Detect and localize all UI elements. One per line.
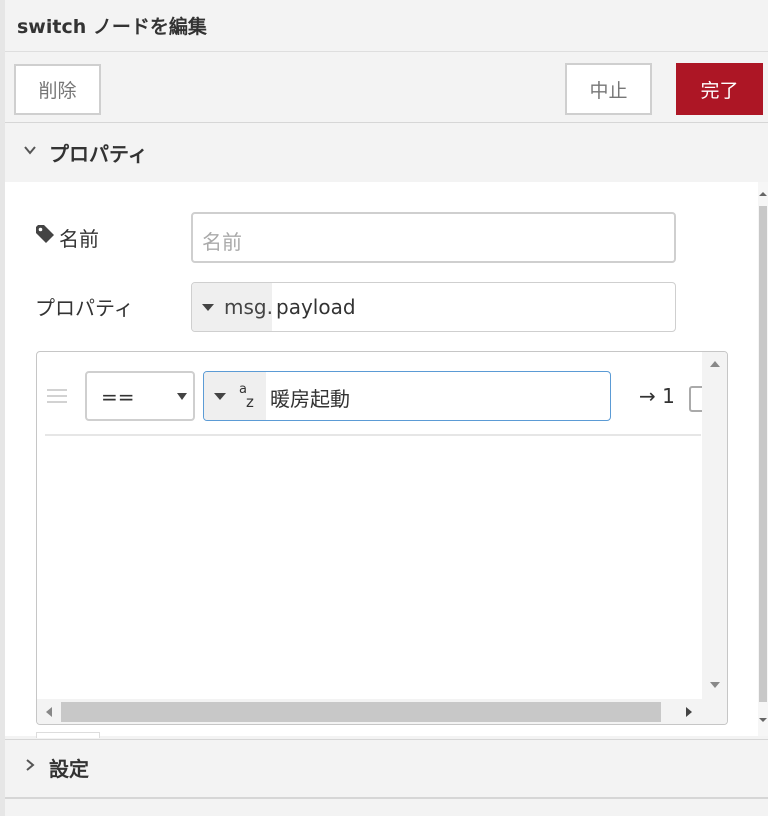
caret-down-icon (202, 304, 214, 311)
property-value: payload (276, 295, 356, 319)
rules-hscroll[interactable] (37, 699, 727, 724)
cancel-button[interactable]: 中止 (565, 63, 652, 115)
rule-row-divider (45, 434, 701, 436)
rules-vscroll[interactable] (702, 352, 727, 700)
tag-icon (36, 225, 54, 243)
caret-down-icon (214, 393, 226, 400)
property-label: プロパティ (35, 296, 134, 320)
rule-value: 暖房起動 (270, 387, 350, 411)
drag-handle-icon[interactable] (47, 389, 67, 407)
value-type-button[interactable]: a z (204, 372, 266, 420)
property-input[interactable]: msg. payload (191, 282, 676, 332)
scroll-right-icon[interactable] (685, 707, 693, 717)
property-type-button[interactable]: msg. (192, 283, 273, 331)
tray-header: switch ノードを編集 (5, 0, 768, 52)
panel-scrollbar-thumb[interactable] (759, 206, 767, 702)
name-input[interactable]: 名前 (191, 212, 676, 263)
chevron-right-icon (23, 757, 37, 776)
rules-hscroll-thumb[interactable] (61, 702, 661, 722)
bottom-divider (5, 797, 768, 799)
section-properties-label: プロパティ (49, 142, 148, 166)
scroll-up-icon[interactable] (710, 360, 720, 368)
tray-toolbar: 削除 中止 完了 (5, 53, 768, 123)
string-type-icon-z: z (246, 393, 254, 411)
delete-button[interactable]: 削除 (14, 64, 101, 115)
add-rule-button[interactable] (36, 732, 100, 738)
name-placeholder: 名前 (202, 230, 242, 254)
scroll-up-icon[interactable] (759, 190, 767, 198)
scroll-down-icon[interactable] (759, 716, 767, 724)
chevron-down-icon (23, 142, 37, 161)
name-label: 名前 (59, 227, 99, 251)
scroll-left-icon[interactable] (45, 707, 53, 717)
section-settings-header[interactable]: 設定 (5, 739, 768, 795)
operator-select[interactable]: == (85, 371, 195, 421)
rule-output-label: → 1 (639, 384, 675, 408)
rule-value-input[interactable]: a z 暖房起動 (203, 371, 611, 421)
panel-scrollbar[interactable] (758, 182, 768, 736)
section-settings-label: 設定 (49, 757, 89, 781)
scroll-down-icon[interactable] (710, 681, 720, 689)
operator-value: == (101, 385, 135, 409)
select-caret-icon (177, 393, 187, 400)
done-button[interactable]: 完了 (676, 63, 763, 115)
property-prefix: msg. (224, 295, 273, 319)
tray-title: switch ノードを編集 (17, 16, 207, 38)
section-properties-header[interactable]: プロパティ (5, 125, 768, 181)
rules-list: == a z 暖房起動 → 1 (36, 351, 728, 725)
